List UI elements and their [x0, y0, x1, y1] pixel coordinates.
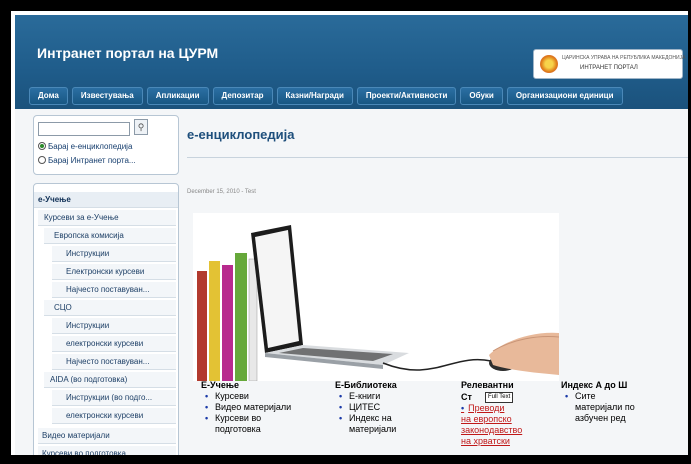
sidebar-item-instructions[interactable]: Инструкции — [52, 246, 176, 262]
nav-depository[interactable]: Депозитар — [212, 87, 273, 105]
browser-frame: Интранет портал на ЦУРМ ЦАРИНСКА УПРАВА … — [8, 8, 691, 458]
link-translations[interactable]: Преводи — [461, 403, 522, 414]
elearning-banner-image — [193, 213, 559, 381]
link-translations-line-3[interactable]: законодавство — [461, 425, 522, 436]
nav-applications[interactable]: Апликации — [146, 87, 209, 105]
search-icon: ⚲ — [137, 122, 145, 132]
radio-search-intranet[interactable]: Барај Интранет порта... — [38, 154, 136, 166]
radio-label-encyclopedia: Барај е-енциклопедија — [48, 141, 133, 151]
radio-button[interactable] — [38, 156, 46, 164]
section-title[interactable]: Е-Учење — [201, 379, 291, 391]
list-item-continued[interactable]: подготовка — [201, 424, 291, 435]
sidebar-item-aida-instructions[interactable]: Инструкции (во подго... — [52, 390, 176, 406]
list-item-continued[interactable]: материјали — [335, 424, 397, 435]
section-relevant: Релевантни Ст Преводи на европско законо… — [461, 379, 522, 447]
section-elibrary: Е-Библиотека Е-книги ЦИТЕС Индекс на мат… — [335, 379, 397, 435]
section-title[interactable]: Е-Библиотека — [335, 379, 397, 391]
logo-line-2: ИНТРАНЕТ ПОРТАЛ — [580, 65, 638, 71]
nav-home[interactable]: Дома — [29, 87, 68, 105]
list-item[interactable]: Курсеви — [201, 391, 291, 402]
list-item[interactable]: ЦИТЕС — [335, 402, 397, 413]
nav-trainings[interactable]: Обуки — [460, 87, 503, 105]
section-title[interactable]: Релевантни — [461, 379, 522, 391]
emblem-icon — [540, 55, 558, 73]
sidebar-item-electronic-courses[interactable]: Електронски курсеви — [52, 264, 176, 280]
post-date: December 15, 2010 - Test — [187, 189, 256, 195]
site-header: Интранет портал на ЦУРМ ЦАРИНСКА УПРАВА … — [15, 15, 688, 109]
sidebar-item-aida-courses[interactable]: електронски курсеви — [52, 408, 176, 424]
sidebar-item-aida[interactable]: AIDA (во подготовка) — [44, 372, 176, 388]
sidebar-item-video[interactable]: Видео материјали — [38, 428, 176, 444]
search-button[interactable]: ⚲ — [134, 119, 148, 135]
radio-button-selected[interactable] — [38, 142, 46, 150]
list-item[interactable]: Сите — [561, 391, 635, 402]
section-elearning: Е-Учење Курсеви Видео материјали Курсеви… — [201, 379, 291, 435]
link-translations-line-4[interactable]: на хрватски — [461, 436, 522, 447]
radio-label-intranet: Барај Интранет порта... — [48, 155, 136, 165]
sidebar-item-elearning[interactable]: е-Учење — [34, 192, 178, 208]
list-item[interactable]: Индекс на — [335, 413, 397, 424]
top-nav: Дома Известувања Апликации Депозитар Каз… — [29, 87, 623, 105]
page: Интранет портал на ЦУРМ ЦАРИНСКА УПРАВА … — [15, 15, 688, 455]
sidebar-item-sco-courses[interactable]: електронски курсеви — [52, 336, 176, 352]
list-item-continued[interactable]: азбучен ред — [561, 413, 635, 424]
section-title[interactable]: Индекс А до Ш — [561, 379, 635, 391]
sidebar-item-sco-instructions[interactable]: Инструкции — [52, 318, 176, 334]
divider — [187, 157, 688, 158]
nav-penalties-awards[interactable]: Казни/Награди — [276, 87, 353, 105]
tooltip: Full Text — [485, 392, 514, 403]
sidebar-item-sco[interactable]: СЦО — [44, 300, 176, 316]
sidebar-item-european-commission[interactable]: Европска комисија — [44, 228, 176, 244]
list-item[interactable]: Е-книги — [335, 391, 397, 402]
link-translations-line-2[interactable]: на европско — [461, 414, 522, 425]
list-item-continued[interactable]: материјали по — [561, 402, 635, 413]
sidebar-item-courses-in-prep[interactable]: Курсеви во подготовка — [38, 446, 176, 455]
section-index: Индекс А до Ш Сите материјали по азбучен… — [561, 379, 635, 424]
nav-org-units[interactable]: Организациони единици — [506, 87, 623, 105]
sidebar-item-sco-faq[interactable]: Најчесто поставуван... — [52, 354, 176, 370]
sidebar-item-courses[interactable]: Курсеви за е-Учење — [38, 210, 176, 226]
page-title: е-енциклопедија — [187, 127, 295, 142]
logo-line-1: ЦАРИНСКА УПРАВА НА РЕПУБЛИКА МАКЕДОНИЈА — [562, 55, 686, 61]
search-input[interactable] — [38, 122, 130, 136]
site-title[interactable]: Интранет портал на ЦУРМ — [37, 45, 218, 61]
portal-logo[interactable]: ЦАРИНСКА УПРАВА НА РЕПУБЛИКА МАКЕДОНИЈА … — [533, 49, 686, 79]
list-item[interactable]: Видео материјали — [201, 402, 291, 413]
sidebar-item-faq[interactable]: Најчесто поставуван... — [52, 282, 176, 298]
nav-projects[interactable]: Проекти/Активности — [356, 87, 457, 105]
search-panel: ⚲ Барај е-енциклопедија Барај Интранет п… — [33, 115, 179, 175]
sidebar-nav: е-Учење Курсеви за е-Учење Европска коми… — [33, 183, 179, 455]
nav-announcements[interactable]: Известувања — [71, 87, 143, 105]
list-item[interactable]: Курсеви во — [201, 413, 291, 424]
radio-search-encyclopedia[interactable]: Барај е-енциклопедија — [38, 140, 132, 152]
